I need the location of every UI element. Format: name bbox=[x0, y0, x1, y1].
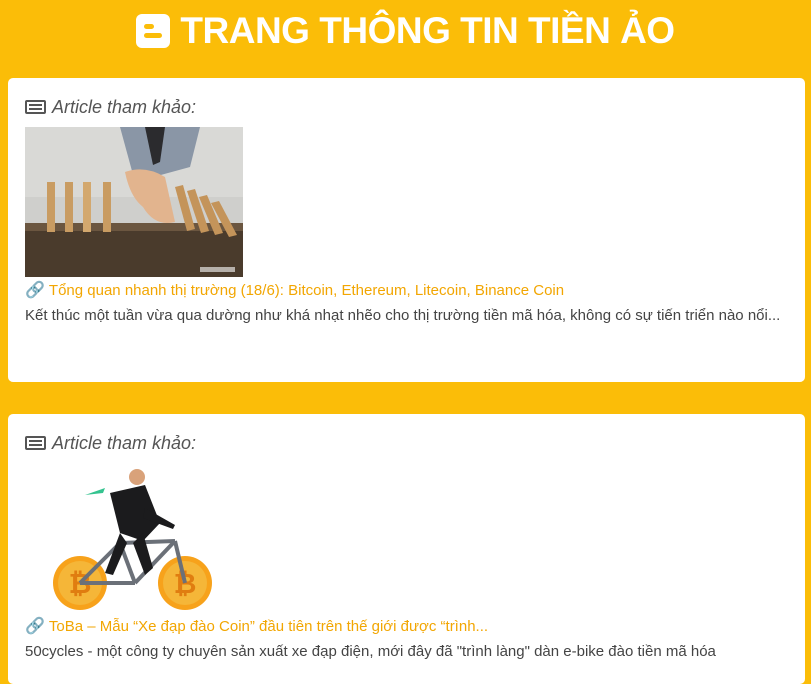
article-card: Article tham khảo: ₿ ₿ 🔗 ToBa – Mẫu “Xe … bbox=[8, 414, 805, 684]
svg-text:₿: ₿ bbox=[174, 567, 197, 600]
article-excerpt: Kết thúc một tuần vừa qua dường như khá … bbox=[25, 307, 781, 324]
article-link-row: 🔗 ToBa – Mẫu “Xe đạp đào Coin” đầu tiên … bbox=[25, 616, 788, 636]
blogger-icon[interactable] bbox=[136, 14, 171, 48]
article-card: Article tham khảo: 🔗 Tổng quan nhanh thị… bbox=[8, 78, 805, 382]
article-excerpt: 50cycles - một công ty chuyên sản xuất x… bbox=[25, 643, 716, 660]
card-heading-label: Article tham khảo: bbox=[52, 432, 197, 453]
article-thumbnail[interactable]: ₿ ₿ bbox=[25, 463, 243, 613]
article-link-row: 🔗 Tổng quan nhanh thị trường (18/6): Bit… bbox=[25, 280, 788, 300]
article-title-link[interactable]: ToBa – Mẫu “Xe đạp đào Coin” đầu tiên tr… bbox=[49, 618, 488, 635]
site-header: TRANG THÔNG TIN TIỀN ẢO bbox=[0, 0, 811, 62]
dominoes-image bbox=[25, 127, 243, 277]
card-heading-label: Article tham khảo: bbox=[52, 96, 197, 117]
list-alt-icon bbox=[25, 436, 46, 450]
list-alt-icon bbox=[25, 100, 46, 114]
link-icon: 🔗 bbox=[25, 282, 45, 299]
bitcoin-bicycle-image: ₿ ₿ bbox=[25, 463, 243, 613]
site-title[interactable]: TRANG THÔNG TIN TIỀN ẢO bbox=[180, 10, 675, 52]
article-title-link[interactable]: Tổng quan nhanh thị trường (18/6): Bitco… bbox=[49, 282, 564, 299]
article-thumbnail[interactable] bbox=[25, 127, 243, 277]
card-heading: Article tham khảo: bbox=[25, 430, 788, 456]
card-heading: Article tham khảo: bbox=[25, 94, 788, 120]
link-icon: 🔗 bbox=[25, 618, 45, 635]
